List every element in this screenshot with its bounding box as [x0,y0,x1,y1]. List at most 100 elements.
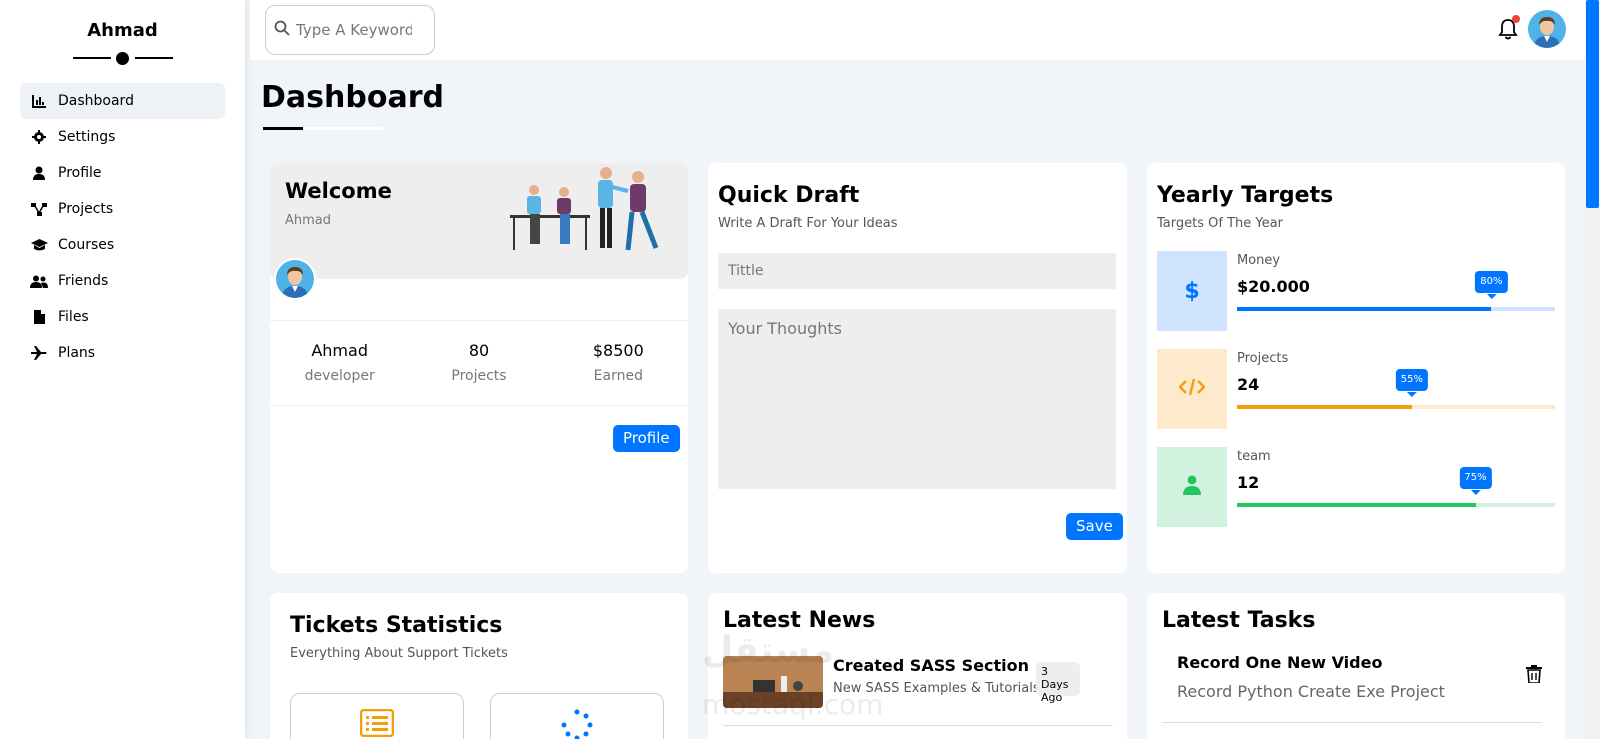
target-label: team [1237,449,1271,464]
tickets-statistics-card: Tickets Statistics Everything About Supp… [270,593,688,739]
notification-dot [1512,15,1520,23]
welcome-avatar [274,258,316,300]
brand-name: Ahmad [87,20,158,41]
sidebar-nav: Dashboard Settings Profile Projects Cour… [0,83,245,371]
target-row-money: $ Money $20.000 80% [1157,251,1555,331]
draft-subtitle: Write A Draft For Your Ideas [718,216,898,231]
draft-title: Quick Draft [718,183,860,208]
target-label: Projects [1237,351,1289,366]
sidebar-item-settings[interactable]: Settings [20,119,225,155]
welcome-banner: Welcome Ahmad [270,163,688,279]
news-title: Latest News [723,608,876,633]
target-percent-badge: 75% [1459,467,1492,495]
sidebar-item-label: Profile [58,165,102,181]
bell-icon[interactable] [1498,15,1520,40]
target-row-projects: Projects 24 55% [1157,349,1555,429]
news-item-desc: New SASS Examples & Tutorials [833,681,1040,696]
target-icon-box: $ [1157,251,1227,331]
sidebar-item-label: Plans [58,345,96,361]
page-title: Dashboard [261,80,444,115]
draft-title-input[interactable] [718,253,1116,289]
target-row-team: team 12 75% [1157,447,1555,527]
users-icon [30,273,48,289]
sidebar-item-friends[interactable]: Friends [20,263,225,299]
top-header [250,0,1585,60]
sidebar-item-label: Files [58,309,89,325]
welcome-title: Welcome [285,179,392,203]
sidebar-item-projects[interactable]: Projects [20,191,225,227]
profile-button[interactable]: Profile [613,425,680,452]
tasks-title: Latest Tasks [1162,608,1316,633]
search-icon [274,20,290,40]
sidebar-item-label: Courses [58,237,115,253]
target-progress-fill [1237,405,1412,409]
target-percent-badge: 80% [1475,271,1508,299]
target-percent-badge: 55% [1395,369,1429,397]
task-item: Record One New Video Record Python Creat… [1162,653,1542,723]
code-icon [1178,378,1206,400]
targets-title: Yearly Targets [1157,183,1334,208]
ticket-tile-pending [490,693,664,739]
welcome-card: Welcome Ahmad Ahmad developer 80 Project… [270,163,688,573]
sidebar-item-dashboard[interactable]: Dashboard [20,83,225,119]
welcome-name: Ahmad [285,213,332,228]
sidebar-item-label: Projects [58,201,114,217]
targets-subtitle: Targets Of The Year [1157,216,1283,231]
target-progress: 55% [1237,369,1555,409]
save-button[interactable]: Save [1066,513,1123,540]
sidebar-item-plans[interactable]: Plans [20,335,225,371]
gear-icon [30,129,48,145]
sidebar-item-files[interactable]: Files [20,299,225,335]
target-progress-fill [1237,307,1492,311]
stat-label: Earned [593,368,643,384]
target-icon-box [1157,447,1227,527]
target-progress: 80% [1237,271,1555,311]
target-label: Money [1237,253,1281,268]
stat-label: Projects [451,368,507,384]
sidebar-item-label: Settings [58,129,116,145]
brand-mark [72,51,173,65]
ticket-tile-total [290,693,464,739]
search-box[interactable] [265,5,435,55]
avatar[interactable] [1528,10,1566,48]
graduation-cap-icon [30,237,48,253]
dollar-icon: $ [1184,278,1200,304]
file-icon [30,309,48,325]
welcome-stats: Ahmad developer 80 Projects $8500 Earned [270,320,688,406]
stat-earned: $8500 Earned [549,321,688,405]
target-value: 12 [1237,473,1260,492]
target-icon-box [1157,349,1227,429]
sidebar-item-profile[interactable]: Profile [20,155,225,191]
plane-icon [30,345,48,361]
spinner-icon [561,709,593,739]
chart-icon [30,93,48,109]
task-item-title: Record One New Video [1177,653,1383,672]
team-illustration-icon [510,167,659,251]
page-scrollbar[interactable] [1585,0,1600,739]
stat-label: developer [304,368,375,384]
news-item-title: Created SASS Section [833,656,1029,675]
scrollbar-thumb[interactable] [1586,0,1599,208]
quick-draft-card: Quick Draft Write A Draft For Your Ideas… [708,163,1127,573]
stat-value: 80 [468,341,490,360]
stat-value: Ahmad [311,341,368,360]
trash-icon[interactable] [1526,665,1542,684]
stat-name: Ahmad developer [270,321,409,405]
diagram-icon [30,201,48,217]
target-value: $20.000 [1237,277,1310,296]
sidebar-item-courses[interactable]: Courses [20,227,225,263]
latest-news-card: Latest News Created SASS Section New SAS… [708,593,1127,739]
target-progress-fill [1237,503,1476,507]
sidebar: Ahmad Dashboard Settings Profile Project… [0,0,245,739]
list-icon [359,708,395,739]
user-icon [1183,475,1201,499]
tickets-title: Tickets Statistics [290,613,503,638]
search-input[interactable] [296,21,426,39]
news-item[interactable]: Created SASS Section New SASS Examples &… [723,656,1113,726]
user-icon [30,165,48,181]
draft-body-textarea[interactable] [718,309,1116,489]
task-item-desc: Record Python Create Exe Project [1177,682,1445,701]
sidebar-item-label: Friends [58,273,109,289]
target-value: 24 [1237,375,1260,394]
sidebar-item-label: Dashboard [58,93,134,109]
